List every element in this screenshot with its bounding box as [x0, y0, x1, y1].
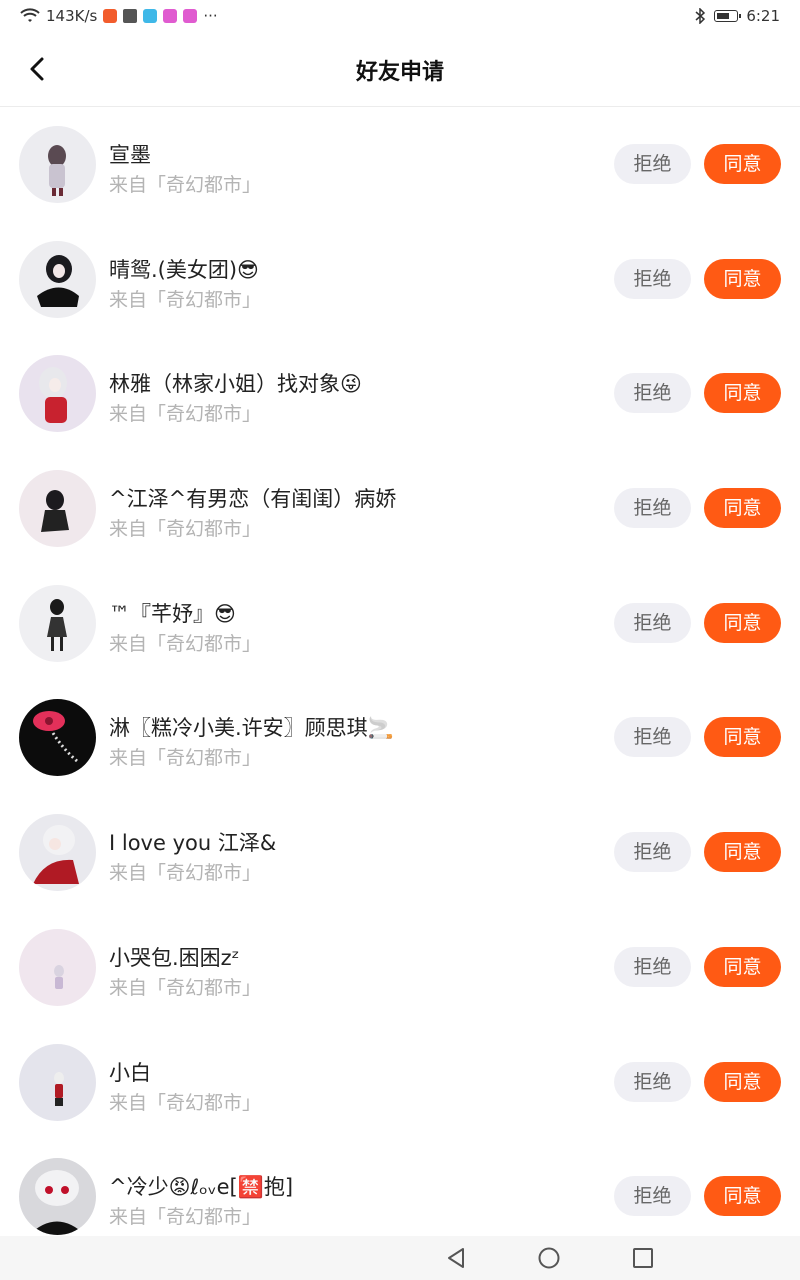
accept-button[interactable]: 同意: [704, 1176, 781, 1217]
request-source: 来自「奇幻都市」: [109, 174, 262, 196]
request-source: 来自「奇幻都市」: [109, 1091, 262, 1114]
user-name: 淋〖糕冷小美.许安〗顾思琪🚬: [109, 716, 394, 741]
accept-button[interactable]: 同意: [704, 832, 781, 873]
avatar[interactable]: [19, 584, 96, 662]
accept-button[interactable]: 同意: [704, 373, 781, 414]
user-name: 小白: [109, 1060, 151, 1085]
list-item: ™『芊妤』😎 来自「奇幻都市」 拒绝 同意: [0, 565, 800, 680]
play-icon: [183, 9, 198, 23]
request-source: 来自「奇幻都市」: [109, 747, 262, 770]
list-item: 小白 来自「奇幻都市」 拒绝 同意: [0, 1024, 800, 1139]
back-triangle-icon[interactable]: [444, 1246, 468, 1270]
network-speed: 143K/s: [46, 7, 98, 25]
reject-button[interactable]: 拒绝: [614, 717, 691, 758]
avatar[interactable]: [19, 1043, 96, 1121]
user-name: I love you 江泽&: [109, 831, 277, 856]
user-name: 小哭包.困困zᶻ: [109, 945, 240, 970]
reject-button[interactable]: 拒绝: [614, 144, 691, 184]
reject-button[interactable]: 拒绝: [614, 1176, 691, 1217]
reject-button[interactable]: 拒绝: [614, 258, 691, 299]
request-source: 来自「奇幻都市」: [109, 976, 262, 999]
list-item: ^江泽^有男恋（有闺闺）病娇 来自「奇幻都市」 拒绝 同意: [0, 450, 800, 565]
page-title: 好友申请: [355, 60, 444, 85]
reject-button[interactable]: 拒绝: [614, 602, 691, 643]
recents-square-icon[interactable]: [631, 1246, 655, 1270]
reject-button[interactable]: 拒绝: [614, 488, 691, 529]
more-notifications: ···: [203, 7, 218, 25]
request-source: 来自「奇幻都市」: [109, 288, 262, 311]
list-item: I love you 江泽& 来自「奇幻都市」 拒绝 同意: [0, 794, 800, 909]
list-item: 林雅（林家小姐）找对象😜 来自「奇幻都市」 拒绝 同意: [0, 335, 800, 450]
user-name: 林雅（林家小姐）找对象😜: [109, 372, 362, 397]
play-icon: [163, 9, 178, 23]
accept-button[interactable]: 同意: [704, 488, 781, 529]
avatar[interactable]: [19, 470, 96, 548]
list-item: 宣墨 来自「奇幻都市」 拒绝 同意: [0, 106, 800, 221]
bluetooth-icon: [695, 8, 706, 24]
list-item: 淋〖糕冷小美.许安〗顾思琪🚬 来自「奇幻都市」 拒绝 同意: [0, 679, 800, 794]
status-bar: 143K/s ··· 6:21: [0, 0, 800, 34]
request-source: 来自「奇幻都市」: [109, 632, 262, 655]
accept-button[interactable]: 同意: [704, 602, 781, 643]
accept-button[interactable]: 同意: [704, 717, 781, 758]
list-item: 晴鸳.(美女团)😎 来自「奇幻都市」 拒绝 同意: [0, 221, 800, 336]
reject-button[interactable]: 拒绝: [614, 946, 691, 987]
video-icon: [123, 9, 138, 23]
user-name: ^江泽^有男恋（有闺闺）病娇: [109, 487, 397, 512]
request-source: 来自「奇幻都市」: [109, 862, 262, 885]
reject-button[interactable]: 拒绝: [614, 1061, 691, 1102]
request-source: 来自「奇幻都市」: [109, 403, 262, 426]
notif-app-icon: [143, 9, 158, 23]
battery-icon: [714, 10, 742, 22]
reject-button[interactable]: 拒绝: [614, 832, 691, 873]
notif-app-icon: [103, 9, 118, 23]
avatar[interactable]: [19, 814, 96, 892]
user-name: 宣墨: [109, 143, 151, 167]
request-source: 来自「奇幻都市」: [109, 1206, 262, 1229]
nav-bar: 好友申请: [0, 34, 800, 107]
user-name: ^冷少😡ℓₒᵥe[🈲抱]: [109, 1175, 294, 1200]
system-nav-bar: [0, 1236, 800, 1280]
avatar[interactable]: [19, 355, 96, 433]
request-source: 来自「奇幻都市」: [109, 518, 262, 541]
avatar[interactable]: [19, 1158, 96, 1236]
user-name: 晴鸳.(美女团)😎: [109, 257, 259, 282]
accept-button[interactable]: 同意: [704, 144, 781, 184]
reject-button[interactable]: 拒绝: [614, 373, 691, 414]
accept-button[interactable]: 同意: [704, 946, 781, 987]
status-left: 143K/s ···: [20, 7, 218, 25]
avatar[interactable]: [19, 240, 96, 318]
avatar[interactable]: [19, 928, 96, 1006]
accept-button[interactable]: 同意: [704, 258, 781, 299]
avatar[interactable]: [19, 126, 96, 203]
user-name: ™『芊妤』😎: [109, 601, 236, 626]
home-circle-icon[interactable]: [537, 1246, 561, 1270]
wifi-icon: [20, 8, 40, 22]
list-item: 小哭包.困困zᶻ 来自「奇幻都市」 拒绝 同意: [0, 909, 800, 1024]
status-right: 6:21: [694, 7, 780, 25]
friend-request-list: 宣墨 来自「奇幻都市」 拒绝 同意 晴鸳.(美女团)😎 来自「奇幻都市」 拒绝 …: [0, 106, 800, 1253]
clock: 6:21: [746, 7, 780, 25]
avatar[interactable]: [19, 699, 96, 777]
accept-button[interactable]: 同意: [704, 1061, 781, 1102]
